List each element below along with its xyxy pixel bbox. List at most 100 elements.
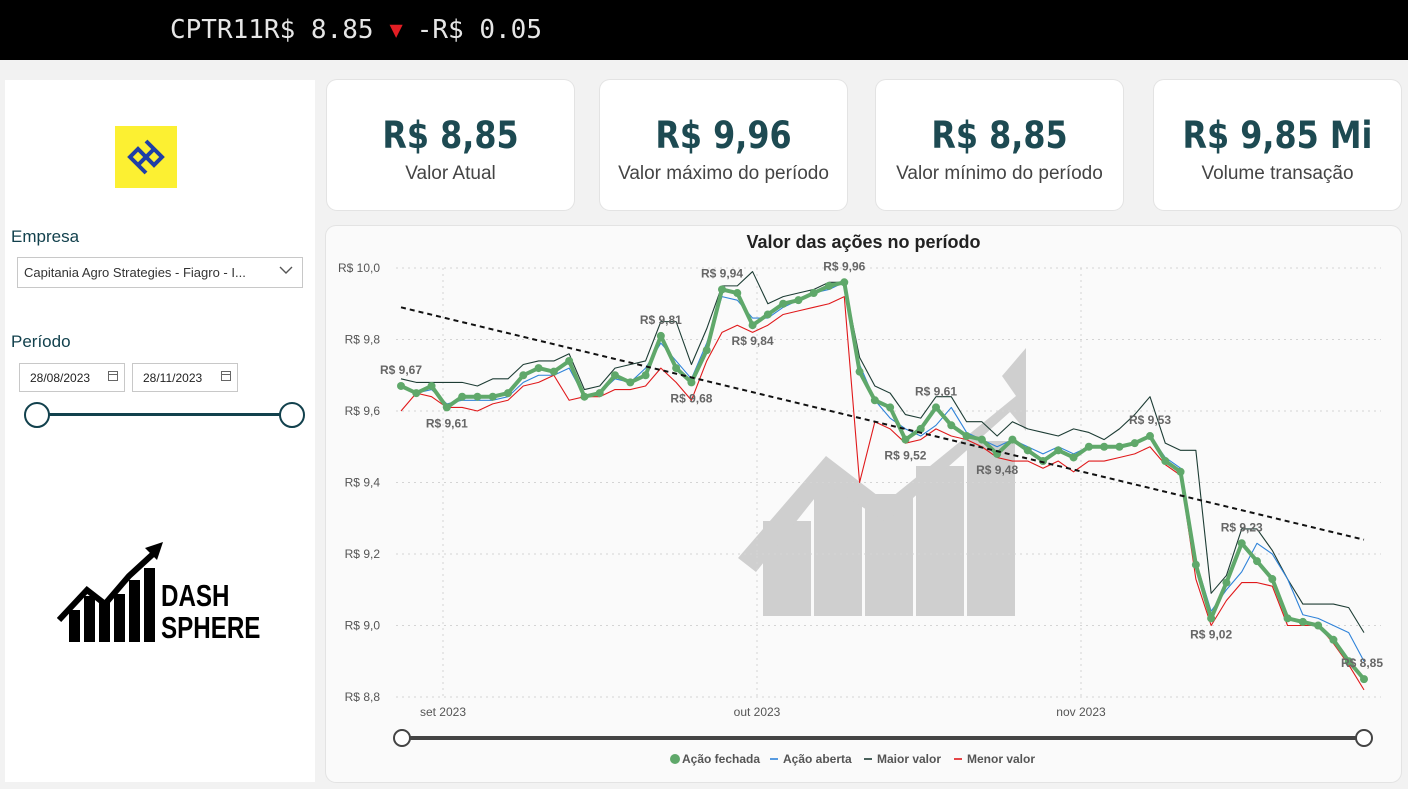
close-value-point	[611, 371, 619, 380]
y-axis: R$ 10,0 R$ 9,8 R$ 9,6 R$ 9,4 R$ 9,2 R$ 9,0 R$ …	[338, 261, 380, 704]
x-axis: set 2023 out 2023 nov 2023	[420, 705, 1106, 719]
x-range-slider[interactable]	[393, 729, 1373, 747]
close-value-point	[626, 378, 635, 387]
ticker-price: R$ 8.85	[263, 15, 374, 45]
close-value-point	[855, 367, 864, 376]
data-label: R$ 9,53	[1129, 413, 1171, 427]
close-value-point	[1268, 575, 1277, 584]
chart-legend: Ação fechada Ação aberta Maior valor Menor …	[670, 752, 1035, 766]
close-value-point	[1222, 578, 1231, 587]
data-label: R$ 9,23	[1221, 520, 1263, 534]
period-slider-track[interactable]	[37, 413, 293, 416]
range-end-handle[interactable]	[1355, 729, 1373, 747]
close-value-point	[1023, 446, 1032, 455]
x-tick-label: nov 2023	[1056, 705, 1106, 719]
close-value-point	[641, 371, 650, 380]
close-value-point	[794, 296, 803, 305]
close-value-point	[1146, 432, 1154, 441]
y-tick-label: R$ 9,4	[345, 476, 381, 490]
close-value-point	[932, 403, 940, 412]
data-label: R$ 9,48	[976, 463, 1018, 477]
close-value-point	[534, 364, 543, 373]
data-label: R$ 9,52	[884, 449, 926, 463]
close-value-point	[687, 378, 696, 387]
data-label: R$ 9,81	[640, 313, 682, 327]
company-dropdown[interactable]: Capitania Agro Strategies - Fiagro - I..…	[17, 257, 303, 288]
ticker-change: -R$ 0.05	[416, 15, 542, 45]
chevron-down-icon	[278, 262, 294, 281]
stock-ticker-bar: CPTR11 R$ 8.85 ▼ -R$ 0.05	[0, 0, 1408, 60]
close-value-point	[1360, 675, 1368, 684]
data-label: R$ 9,61	[426, 416, 468, 430]
close-value-point	[1176, 467, 1185, 476]
close-value-point	[1283, 614, 1292, 623]
close-value-point	[1237, 539, 1246, 548]
close-value-point	[702, 346, 711, 355]
brand-line-2: SPHERE	[161, 610, 261, 645]
close-value-point	[519, 371, 528, 380]
down-triangle-icon: ▼	[389, 17, 403, 43]
data-label: R$ 9,61	[915, 384, 957, 398]
kpi-value: R$ 9,85 Mi	[1182, 114, 1373, 157]
data-label: R$ 9,84	[732, 334, 774, 348]
legend-item: Maior valor	[877, 752, 941, 766]
close-value-point	[1191, 560, 1200, 569]
y-tick-label: R$ 9,6	[345, 404, 381, 418]
y-tick-label: R$ 9,0	[345, 619, 381, 633]
close-value-point	[442, 403, 451, 412]
close-value-point	[1161, 457, 1170, 466]
close-value-point	[1253, 557, 1261, 566]
kpi-card-min-value: R$ 8,85 Valor mínimo do período	[876, 80, 1123, 210]
kpi-label: Valor máximo do período	[618, 163, 829, 184]
kpi-value: R$ 9,96	[655, 114, 792, 157]
kpi-value: R$ 8,85	[382, 114, 519, 157]
close-value-point	[458, 392, 467, 401]
close-value-point	[962, 432, 971, 441]
close-value-point	[1298, 617, 1307, 626]
company-selected-value: Capitania Agro Strategies - Fiagro - I..…	[24, 265, 246, 280]
close-value-point	[565, 356, 574, 365]
close-value-point	[840, 278, 849, 287]
close-value-point	[549, 367, 558, 376]
close-value-point	[1130, 439, 1139, 448]
period-slider-start-handle[interactable]	[24, 402, 50, 428]
close-value-point	[886, 403, 895, 412]
data-label: R$ 9,67	[380, 363, 422, 377]
bank-logo-icon	[115, 126, 177, 188]
close-value-point	[412, 389, 421, 398]
close-value-point	[1084, 442, 1093, 451]
close-value-point	[779, 299, 788, 308]
ticker-symbol: CPTR11	[170, 15, 264, 45]
close-value-point	[1115, 442, 1124, 451]
close-value-point	[763, 310, 772, 319]
close-value-point	[397, 381, 405, 390]
close-value-point	[977, 435, 986, 444]
close-value-point	[809, 289, 818, 298]
x-tick-label: out 2023	[734, 705, 781, 719]
period-label: Período	[11, 332, 71, 351]
close-value-point	[1008, 435, 1017, 444]
range-start-handle[interactable]	[393, 729, 411, 747]
calendar-icon	[221, 371, 231, 381]
close-value-point	[1054, 446, 1063, 455]
close-value-point	[901, 435, 910, 444]
company-label: Empresa	[11, 227, 80, 246]
end-date-input[interactable]: 28/11/2023	[132, 363, 238, 392]
start-date-input[interactable]: 28/08/2023	[19, 363, 125, 392]
calendar-icon	[108, 371, 118, 381]
start-date-value: 28/08/2023	[30, 371, 91, 385]
y-tick-label: R$ 10,0	[338, 261, 380, 275]
period-slider-end-handle[interactable]	[279, 402, 305, 428]
kpi-card-max-value: R$ 9,96 Valor máximo do período	[600, 80, 847, 210]
close-value-point	[580, 392, 589, 401]
x-tick-label: set 2023	[420, 705, 466, 719]
y-tick-label: R$ 9,8	[345, 333, 381, 347]
y-tick-label: R$ 9,2	[345, 547, 381, 561]
kpi-label: Volume transação	[1201, 163, 1354, 184]
kpi-card-current-value: R$ 8,85 Valor Atual	[327, 80, 574, 210]
close-value-point	[672, 364, 681, 373]
data-label: R$ 9,68	[670, 391, 712, 405]
dashsphere-logo: DASH SPHERE	[56, 540, 260, 648]
legend-item: Menor valor	[967, 752, 1035, 766]
close-value-point	[718, 285, 726, 294]
